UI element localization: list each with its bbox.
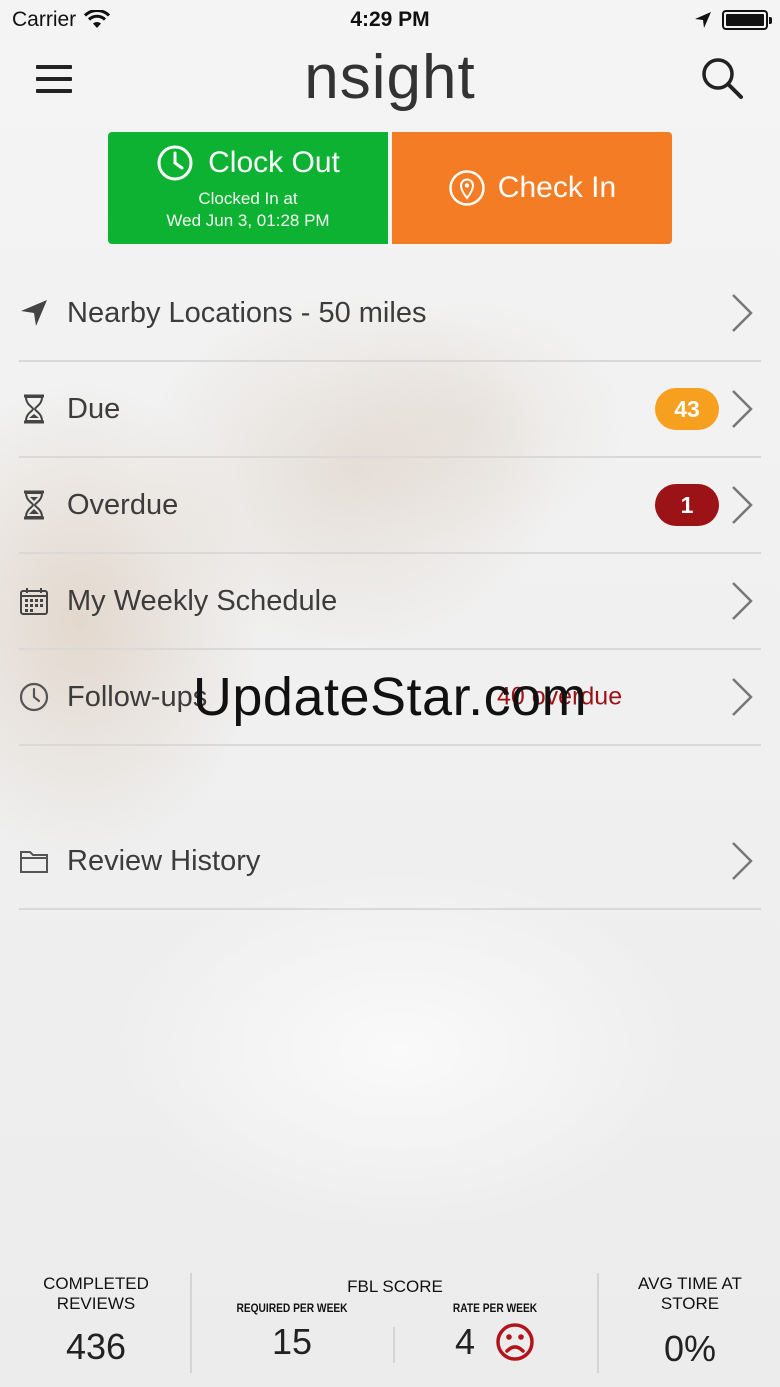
menu-item-label: Due (67, 392, 121, 425)
status-right (694, 10, 772, 30)
location-pin-icon (449, 170, 485, 206)
menu-item-label: Review History (67, 844, 261, 877)
status-bar: Carrier 4:29 PM (0, 0, 780, 40)
clock-out-title: Clock Out (156, 144, 340, 182)
navigation-arrow-icon (21, 300, 47, 326)
completed-reviews-stat: COMPLETED REVIEWS 436 (0, 1257, 192, 1379)
navigation-bar: nsight (0, 40, 780, 120)
menu-item-label: My Weekly Schedule (67, 584, 338, 617)
hourglass-icon (24, 490, 44, 520)
clock-icon (157, 145, 193, 181)
app-logo: nsight (304, 43, 476, 112)
menu-item-nearby-locations[interactable]: Nearby Locations - 50 miles (19, 266, 761, 362)
menu-item-overdue[interactable]: Overdue 1 (19, 458, 761, 554)
sad-face-icon (496, 1323, 534, 1361)
due-count-badge: 43 (655, 388, 719, 430)
carrier-label: Carrier (12, 8, 77, 31)
rate-per-week-label: RATE PER WEEK (452, 1301, 538, 1315)
overdue-count-badge: 1 (655, 484, 719, 526)
menu-item-label: Overdue (67, 488, 179, 521)
chevron-right-icon (732, 390, 753, 428)
clocked-in-info: Clocked In at Wed Jun 3, 01:28 PM (166, 188, 329, 232)
menu-list: Nearby Locations - 50 miles Due 43 Overd… (0, 266, 780, 910)
required-per-week-value: 15 (271, 1321, 313, 1362)
folder-icon (20, 851, 48, 873)
divider (597, 1273, 599, 1373)
status-left: Carrier (12, 8, 111, 32)
search-icon[interactable] (700, 56, 744, 100)
rate-per-week: RATE PER WEEK 4 (395, 1301, 595, 1363)
wifi-icon (84, 10, 111, 28)
clock-out-label: Clock Out (208, 146, 340, 179)
avg-time-value: 0% (663, 1328, 717, 1369)
calendar-icon (20, 588, 48, 615)
stats-footer: COMPLETED REVIEWS 436 FBL SCORE REQUIRED… (0, 1257, 780, 1387)
battery-icon (722, 10, 772, 30)
clocked-in-line1: Clocked In at (198, 189, 298, 208)
menu-item-label: Nearby Locations - 50 miles (67, 296, 427, 329)
chevron-right-icon (732, 842, 753, 880)
menu-item-due[interactable]: Due 43 (19, 362, 761, 458)
menu-item-review-history[interactable]: Review History (19, 814, 761, 910)
location-arrow-icon (695, 12, 711, 28)
completed-reviews-title: COMPLETED REVIEWS (43, 1274, 149, 1313)
action-buttons: Clock Out Clocked In at Wed Jun 3, 01:28… (108, 132, 672, 244)
clock-out-button[interactable]: Clock Out Clocked In at Wed Jun 3, 01:28… (108, 132, 388, 244)
check-in-label: Check In (497, 171, 617, 204)
check-in-button[interactable]: Check In (392, 132, 672, 244)
clocked-in-line2: Wed Jun 3, 01:28 PM (166, 211, 330, 230)
fbl-score-stat: FBL SCORE REQUIRED PER WEEK 15 RATE PER … (192, 1257, 598, 1379)
watermark-text: UpdateStar.com (192, 667, 588, 727)
hourglass-icon (24, 394, 44, 424)
rate-per-week-value: 4 (454, 1321, 476, 1362)
chevron-right-icon (732, 582, 753, 620)
completed-reviews-value: 436 (65, 1326, 127, 1367)
avg-time-at-store-stat: AVG TIME AT STORE 0% (600, 1257, 780, 1379)
chevron-right-icon (732, 294, 753, 332)
required-per-week: REQUIRED PER WEEK 15 (192, 1301, 392, 1363)
avg-time-title: AVG TIME AT STORE (638, 1274, 742, 1313)
chevron-right-icon (732, 486, 753, 524)
menu-item-weekly-schedule[interactable]: My Weekly Schedule (19, 554, 761, 650)
status-time: 4:29 PM (350, 8, 430, 31)
required-per-week-label: REQUIRED PER WEEK (236, 1301, 348, 1315)
fbl-score-title: FBL SCORE (347, 1277, 443, 1296)
